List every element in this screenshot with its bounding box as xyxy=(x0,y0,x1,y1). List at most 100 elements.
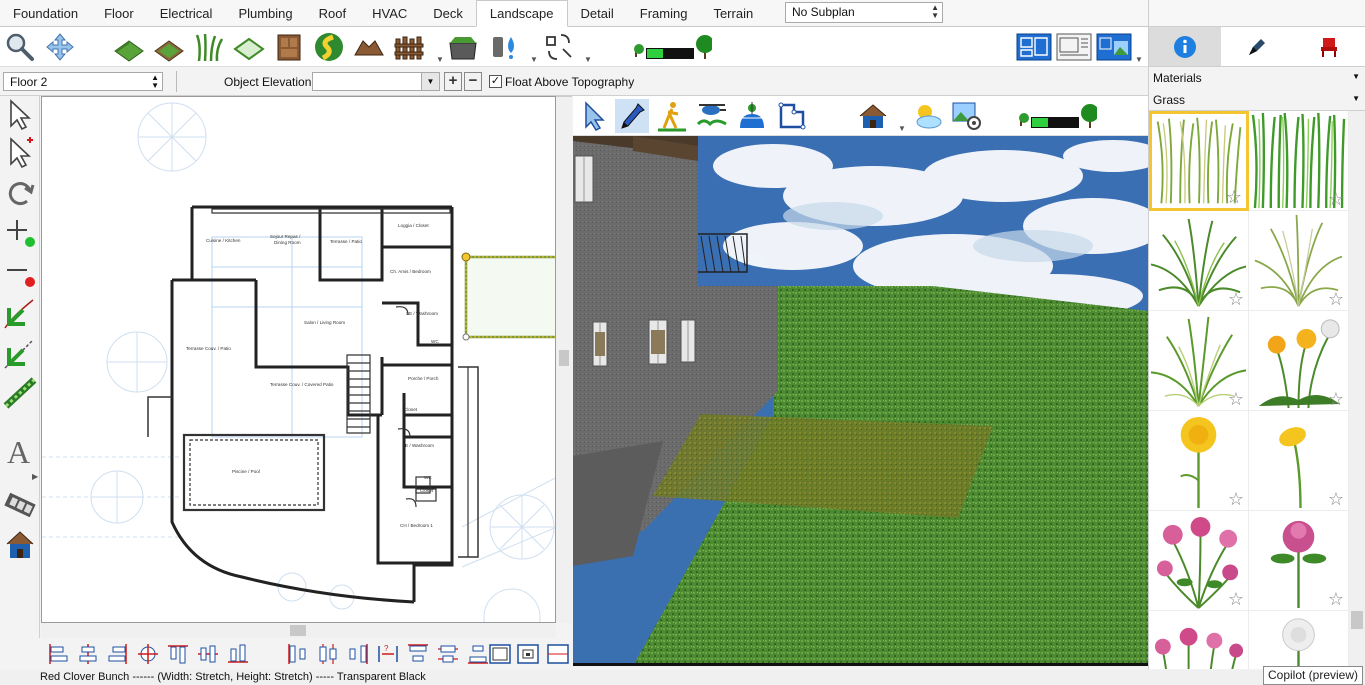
tab-landscape[interactable]: Landscape xyxy=(475,0,568,27)
chair-tab[interactable] xyxy=(1293,27,1365,66)
chevron-right-icon[interactable]: ▶ xyxy=(32,472,38,481)
favorite-star-icon[interactable]: ☆ xyxy=(1328,190,1344,208)
tab-terrain[interactable]: Terrain xyxy=(700,0,766,26)
layout-view-icon[interactable] xyxy=(1055,30,1093,64)
material-tile[interactable] xyxy=(1149,611,1249,669)
tab-hvac[interactable]: HVAC xyxy=(359,0,420,26)
copilot-button[interactable]: Copilot (preview) xyxy=(1263,666,1363,685)
planter-icon[interactable] xyxy=(446,30,480,64)
align-right-icon[interactable] xyxy=(106,642,130,666)
select-arrow-icon[interactable] xyxy=(577,99,611,133)
zoom-icon[interactable] xyxy=(3,30,37,64)
favorite-star-icon[interactable]: ☆ xyxy=(1328,290,1344,308)
tab-foundation[interactable]: Foundation xyxy=(0,0,91,26)
grass-tool-icon[interactable] xyxy=(192,30,226,64)
distribute-left-icon[interactable] xyxy=(286,642,310,666)
align-center-icon[interactable] xyxy=(76,642,100,666)
fence-icon[interactable] xyxy=(392,30,426,64)
add-point-icon[interactable] xyxy=(3,214,37,248)
align-left-icon[interactable] xyxy=(46,642,70,666)
tab-detail[interactable]: Detail xyxy=(568,0,627,26)
material-tile[interactable]: ☆ xyxy=(1149,111,1249,211)
pan-icon[interactable] xyxy=(43,30,77,64)
materials-subcategory-select[interactable]: Grass ▼ xyxy=(1148,89,1365,111)
distribute-right-icon[interactable] xyxy=(346,642,370,666)
float-topography-checkbox[interactable]: ✓ xyxy=(489,75,502,88)
sprinkler-icon[interactable] xyxy=(488,30,522,64)
mound-icon[interactable] xyxy=(352,30,386,64)
distribute-bottom-icon[interactable] xyxy=(466,642,490,666)
elevation-minus-button[interactable]: − xyxy=(464,72,482,91)
object-elevation-input[interactable]: ▼ xyxy=(312,72,440,91)
house-view-icon[interactable] xyxy=(3,528,37,562)
favorite-star-icon[interactable]: ☆ xyxy=(1328,390,1344,408)
favorite-star-icon[interactable]: ☆ xyxy=(1228,390,1244,408)
tab-deck[interactable]: Deck xyxy=(420,0,476,26)
chevron-down-icon[interactable]: ▼ xyxy=(1135,55,1143,64)
path-tool-icon[interactable] xyxy=(312,30,346,64)
text-icon[interactable]: A xyxy=(3,434,37,470)
frame-fit-icon[interactable] xyxy=(488,642,512,666)
film-strip-icon[interactable] xyxy=(3,488,37,522)
center-both-icon[interactable] xyxy=(136,642,160,666)
material-tile[interactable]: ☆ xyxy=(1149,511,1249,611)
elevation-plus-button[interactable]: + xyxy=(444,72,462,91)
material-tile[interactable]: ☆ xyxy=(1249,111,1349,211)
scrollbar-thumb[interactable] xyxy=(290,625,306,636)
favorite-star-icon[interactable]: ☆ xyxy=(1328,490,1344,508)
room-outline-icon[interactable] xyxy=(775,99,809,133)
select-arrow-icon[interactable] xyxy=(3,98,37,132)
material-tile[interactable]: ☆ xyxy=(1149,311,1249,411)
align-middle-icon[interactable] xyxy=(196,642,220,666)
pen-tab[interactable] xyxy=(1221,27,1293,66)
distribute-middle-icon[interactable] xyxy=(436,642,460,666)
remove-point-icon[interactable] xyxy=(3,254,37,288)
distribute-center-icon[interactable] xyxy=(316,642,340,666)
distribute-top-icon[interactable] xyxy=(406,642,430,666)
home-3d-icon[interactable] xyxy=(856,99,890,133)
tab-framing[interactable]: Framing xyxy=(627,0,701,26)
3d-camera-view[interactable] xyxy=(573,136,1148,666)
eyedropper-icon[interactable] xyxy=(615,99,649,133)
frame-center-icon[interactable] xyxy=(516,642,540,666)
chevron-down-icon[interactable]: ▼ xyxy=(898,124,906,133)
select-multiple-icon[interactable] xyxy=(3,136,37,170)
align-top-icon[interactable] xyxy=(166,642,190,666)
material-tile[interactable]: ☆ xyxy=(1249,211,1349,311)
align-bottom-icon[interactable] xyxy=(226,642,250,666)
rotate-icon[interactable] xyxy=(3,176,37,210)
plant-growth-slider-icon[interactable] xyxy=(632,30,712,64)
plant-growth-slider-icon[interactable] xyxy=(1017,99,1097,133)
material-tile[interactable]: ☆ xyxy=(1149,411,1249,511)
floor-plan-view-icon[interactable] xyxy=(1015,30,1053,64)
scrollbar-thumb[interactable] xyxy=(1351,611,1363,629)
fly-over-icon[interactable] xyxy=(695,99,729,133)
floor-select[interactable]: Floor 2 ▲ ▼ xyxy=(3,72,163,91)
plant-outline-icon[interactable] xyxy=(232,30,266,64)
soil-area-icon[interactable] xyxy=(152,30,186,64)
favorite-star-icon[interactable]: ☆ xyxy=(1228,290,1244,308)
render-settings-icon[interactable] xyxy=(950,99,984,133)
materials-scrollbar[interactable] xyxy=(1349,111,1365,669)
plan-horizontal-scrollbar[interactable] xyxy=(41,623,556,638)
tab-electrical[interactable]: Electrical xyxy=(147,0,226,26)
plant-area-icon[interactable] xyxy=(112,30,146,64)
chevron-down-icon[interactable]: ▼ xyxy=(584,55,592,64)
subplan-select[interactable]: No Subplan ▲ ▼ xyxy=(785,2,943,23)
material-tile[interactable]: ☆ xyxy=(1249,411,1349,511)
frame-toggle-icon[interactable] xyxy=(546,642,570,666)
chevron-down-icon[interactable]: ▼ xyxy=(436,55,444,64)
material-tile[interactable]: ☆ xyxy=(1149,211,1249,311)
materials-category-select[interactable]: Materials ▼ xyxy=(1148,67,1365,89)
tab-plumbing[interactable]: Plumbing xyxy=(225,0,305,26)
favorite-star-icon[interactable]: ☆ xyxy=(1228,590,1244,608)
favorite-star-icon[interactable]: ☆ xyxy=(1328,590,1344,608)
tab-floor[interactable]: Floor xyxy=(91,0,147,26)
floor-plan-view[interactable]: Cuisine / Kitchen Sejour Repas / Dining … xyxy=(41,96,556,623)
space-evenly-icon[interactable]: ? xyxy=(376,642,400,666)
split-line-icon[interactable] xyxy=(3,336,37,370)
material-tile[interactable]: ☆ xyxy=(1249,511,1349,611)
plan-vertical-scrollbar[interactable] xyxy=(556,96,572,623)
plant-symbol-icon[interactable] xyxy=(542,30,576,64)
camera-view-icon[interactable] xyxy=(1095,30,1133,64)
